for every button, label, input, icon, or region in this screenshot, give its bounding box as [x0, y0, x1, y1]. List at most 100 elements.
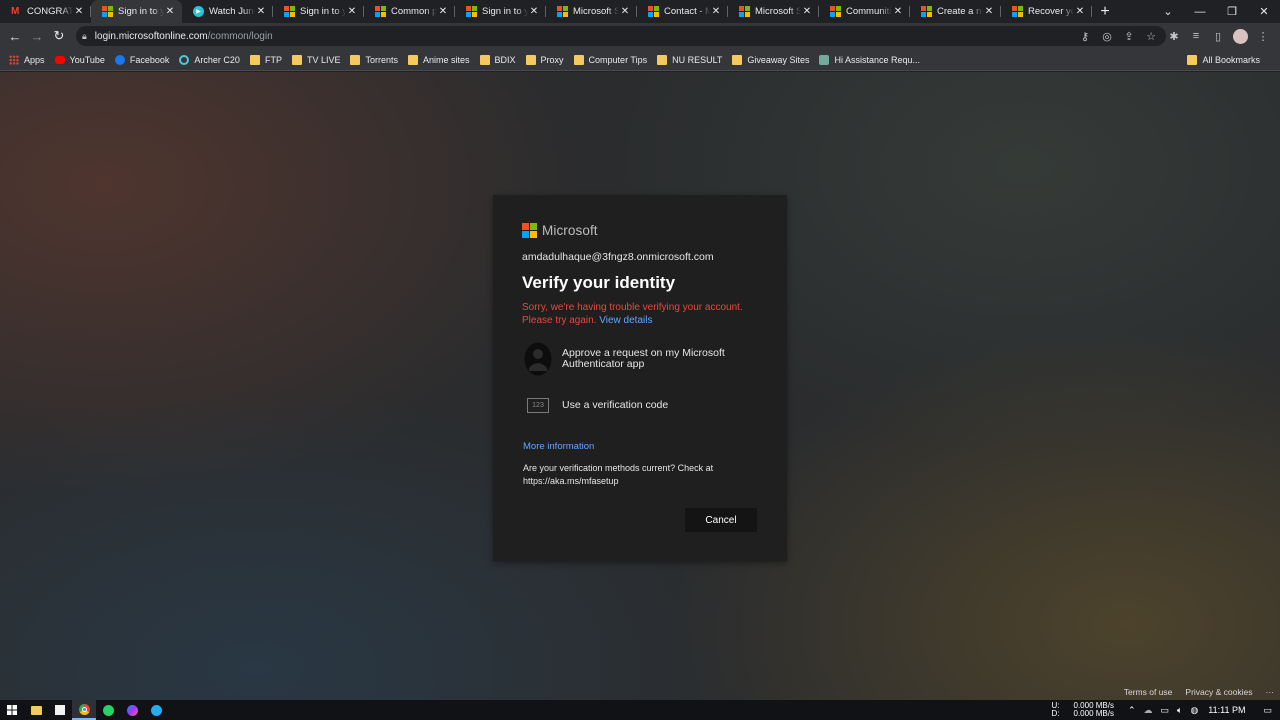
tab-5[interactable]: Sign in to yo ✕	[455, 0, 546, 23]
sign-in-card: Microsoft amdadulhaque@3fngz8.onmicrosof…	[493, 195, 787, 561]
more-information-link[interactable]: More information	[523, 441, 757, 452]
side-panel-icon[interactable]: ▯	[1207, 30, 1229, 43]
volume-icon[interactable]: 🔈︎	[1177, 705, 1182, 716]
tab-title: Contact - M	[664, 6, 710, 17]
bookmark-label: Giveaway Sites	[747, 54, 810, 65]
key-icon[interactable]: ⚷	[1074, 30, 1096, 43]
close-tab-icon[interactable]: ✕	[1074, 6, 1086, 17]
bookmark-bdix[interactable]: BDIX	[479, 54, 516, 65]
cancel-button[interactable]: Cancel	[685, 508, 757, 532]
tab-1[interactable]: Sign in to yo ✕	[91, 0, 182, 23]
bookmark-proxy[interactable]: Proxy	[525, 54, 564, 65]
bookmark-computer-tips[interactable]: Computer Tips	[573, 54, 647, 65]
reading-list-icon[interactable]: ≡	[1185, 30, 1207, 42]
bookmark-torrents[interactable]: Torrents	[350, 54, 398, 65]
store-icon[interactable]	[48, 700, 72, 720]
bookmark-nu-result[interactable]: NU RESULT	[657, 54, 722, 65]
bookmark-youtube[interactable]: YouTube	[54, 55, 105, 65]
tab-11[interactable]: Recover you ✕	[1001, 0, 1092, 23]
lock-icon[interactable]: 🔒︎	[82, 31, 87, 42]
restore-icon[interactable]: ❐	[1216, 0, 1248, 23]
folder-icon	[407, 54, 418, 65]
tab-search-icon[interactable]: ⌄	[1152, 0, 1184, 23]
new-tab-button[interactable]: +	[1092, 0, 1118, 23]
close-tab-icon[interactable]: ✕	[255, 6, 267, 17]
page-background: Microsoft amdadulhaque@3fngz8.onmicrosof…	[0, 72, 1280, 700]
reload-icon[interactable]: ↻	[48, 25, 70, 47]
chatgpt-icon	[819, 54, 830, 65]
close-tab-icon[interactable]: ✕	[164, 6, 176, 17]
extensions-icon[interactable]: ✱	[1163, 30, 1185, 43]
back-icon[interactable]: ←	[4, 25, 26, 47]
profile-avatar[interactable]	[1233, 28, 1248, 44]
bookmark-giveaway[interactable]: Giveaway Sites	[732, 54, 810, 65]
close-tab-icon[interactable]: ✕	[346, 6, 358, 17]
view-details-link[interactable]: View details	[599, 315, 652, 326]
tab-3[interactable]: Sign in to yo ✕	[273, 0, 364, 23]
tplink-icon	[179, 54, 190, 65]
windows-start-icon[interactable]	[0, 700, 24, 720]
bookmark-archer[interactable]: Archer C20	[179, 54, 240, 65]
messenger-icon[interactable]	[120, 700, 144, 720]
microsoft-icon	[284, 6, 295, 17]
tab-7[interactable]: Contact - M ✕	[637, 0, 728, 23]
close-tab-icon[interactable]: ✕	[983, 6, 995, 17]
tab-0[interactable]: M CONGRATUL ✕	[0, 0, 91, 23]
option-authenticator[interactable]: Approve a request on my Microsoft Authen…	[522, 342, 757, 376]
chrome-icon[interactable]	[72, 700, 96, 720]
bookmark-hi-assistance[interactable]: Hi Assistance Requ...	[819, 54, 920, 65]
terms-link[interactable]: Terms of use	[1124, 687, 1173, 697]
more-options-icon[interactable]: ···	[1266, 687, 1275, 697]
bookmark-label: Hi Assistance Requ...	[834, 54, 920, 65]
forward-icon[interactable]: →	[26, 25, 48, 47]
close-tab-icon[interactable]: ✕	[437, 6, 449, 17]
folder-icon	[573, 54, 584, 65]
tab-10[interactable]: Create a new ✕	[910, 0, 1001, 23]
tab-9[interactable]: Communitie ✕	[819, 0, 910, 23]
close-window-icon[interactable]: ✕	[1248, 0, 1280, 23]
bookmark-facebook[interactable]: Facebook	[114, 54, 169, 65]
tab-8[interactable]: Microsoft Su ✕	[728, 0, 819, 23]
chevron-up-icon[interactable]: ⌃	[1128, 705, 1136, 716]
option-verification-code[interactable]: 123 Use a verification code	[522, 389, 757, 421]
all-bookmarks[interactable]: All Bookmarks	[1187, 54, 1260, 65]
folder-icon	[291, 54, 302, 65]
tab-6[interactable]: Microsoft Su ✕	[546, 0, 637, 23]
telegram-icon[interactable]	[144, 700, 168, 720]
close-tab-icon[interactable]: ✕	[528, 6, 540, 17]
close-tab-icon[interactable]: ✕	[619, 6, 631, 17]
folder-icon	[657, 54, 668, 65]
clock[interactable]: 11:11 PM	[1208, 705, 1245, 715]
close-tab-icon[interactable]: ✕	[801, 6, 813, 17]
code-icon-text: 123	[527, 397, 549, 413]
bookmark-apps[interactable]: Apps	[9, 54, 45, 65]
whatsapp-icon[interactable]	[96, 700, 120, 720]
menu-icon[interactable]: ⋮	[1252, 30, 1274, 43]
facebook-icon	[114, 54, 125, 65]
minimize-icon[interactable]: —	[1184, 0, 1216, 23]
address-bar[interactable]: 🔒︎ login.microsoftonline.com/common/logi…	[76, 26, 1166, 46]
tab-4[interactable]: Common pr ✕	[364, 0, 455, 23]
tab-title: Watch Jungl	[209, 6, 255, 17]
bookmark-anime[interactable]: Anime sites	[407, 54, 470, 65]
tab-2[interactable]: ▶ Watch Jungl ✕	[182, 0, 273, 23]
microsoft-icon	[648, 6, 659, 17]
close-tab-icon[interactable]: ✕	[892, 6, 904, 17]
bookmark-label: Apps	[24, 54, 45, 65]
privacy-link[interactable]: Privacy & cookies	[1185, 687, 1252, 697]
file-explorer-icon[interactable]	[24, 700, 48, 720]
share-icon[interactable]: ⇪	[1118, 30, 1140, 43]
language-icon[interactable]: ◍	[1190, 705, 1198, 716]
bookmark-tv-live[interactable]: TV LIVE	[291, 54, 340, 65]
bookmark-ftp[interactable]: FTP	[249, 54, 282, 65]
net-down-label: D:	[1051, 709, 1060, 718]
close-tab-icon[interactable]: ✕	[73, 6, 85, 17]
eye-off-icon[interactable]: ◎	[1096, 30, 1118, 43]
network-icon[interactable]: ▭	[1161, 705, 1170, 716]
play-icon: ▶	[193, 6, 204, 17]
star-icon[interactable]: ☆	[1140, 30, 1162, 43]
notification-icon[interactable]: ▭	[1263, 705, 1272, 716]
folder-icon	[525, 54, 536, 65]
onedrive-icon[interactable]: ☁	[1144, 705, 1153, 716]
close-tab-icon[interactable]: ✕	[710, 6, 722, 17]
